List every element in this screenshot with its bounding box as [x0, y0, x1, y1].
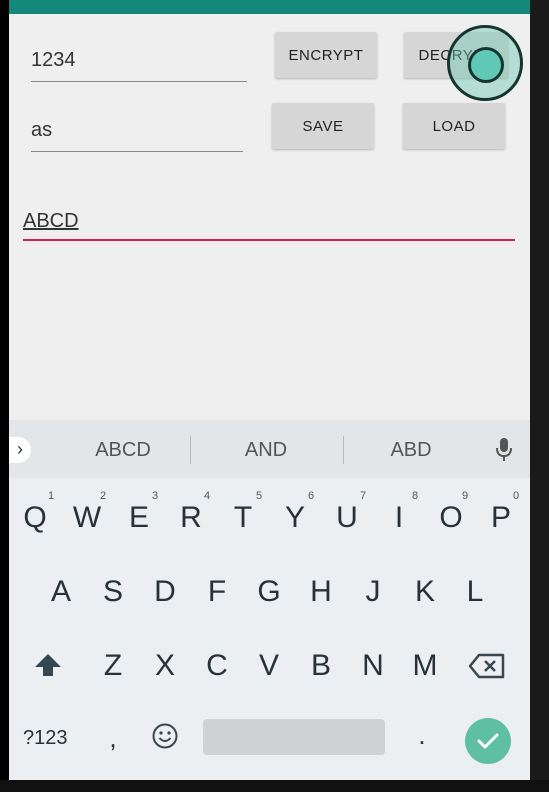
backspace-icon[interactable]: [469, 653, 505, 679]
key-h[interactable]: H: [299, 574, 343, 610]
key-y[interactable]: Y: [273, 500, 317, 536]
space-bar[interactable]: [203, 719, 385, 755]
app-screen: 1234 as ENCRYPT DECRYPT SAVE LOAD ABCD ›…: [9, 0, 530, 780]
key-o[interactable]: O: [429, 500, 473, 536]
key-p[interactable]: P: [479, 500, 523, 536]
key-l[interactable]: L: [453, 574, 497, 610]
key-t[interactable]: T: [221, 500, 265, 536]
key-b[interactable]: B: [299, 648, 343, 684]
key-r[interactable]: R: [169, 500, 213, 536]
message-input-value: ABCD: [23, 210, 79, 232]
touch-indicator-dot: [468, 47, 504, 83]
filename-input[interactable]: as: [31, 110, 243, 152]
comma-key[interactable]: ,: [106, 723, 120, 754]
microphone-icon[interactable]: [496, 438, 512, 462]
key-u[interactable]: U: [325, 500, 369, 536]
key-i[interactable]: I: [377, 500, 421, 536]
key-hint: 5: [255, 490, 263, 502]
enter-key[interactable]: [465, 718, 511, 764]
status-bar: [9, 0, 530, 14]
suggestion-strip: › ABCD AND ABD: [9, 420, 530, 478]
key-v[interactable]: V: [247, 648, 291, 684]
key-s[interactable]: S: [91, 574, 135, 610]
key-n[interactable]: N: [351, 648, 395, 684]
key-hint: 4: [203, 490, 211, 502]
key-q[interactable]: Q: [13, 500, 57, 536]
key-input-value: 1234: [31, 49, 76, 71]
key-hint: 9: [461, 490, 469, 502]
symbols-key[interactable]: ?123: [23, 727, 68, 750]
soft-keyboard: › ABCD AND ABD Q W E R T Y U I O P 1 2 3…: [9, 420, 530, 780]
suggestion-3[interactable]: ABD: [359, 420, 463, 478]
key-hint: 0: [512, 490, 520, 502]
key-k[interactable]: K: [403, 574, 447, 610]
filename-input-underline: [31, 151, 243, 152]
key-hint: 7: [359, 490, 367, 502]
emoji-icon[interactable]: [151, 722, 179, 750]
key-d[interactable]: D: [143, 574, 187, 610]
key-z[interactable]: Z: [91, 648, 135, 684]
key-hint: 1: [47, 490, 55, 502]
suggestion-divider: [343, 436, 344, 464]
key-w[interactable]: W: [65, 500, 109, 536]
key-c[interactable]: C: [195, 648, 239, 684]
key-hint: 6: [307, 490, 315, 502]
key-j[interactable]: J: [351, 574, 395, 610]
suggestion-2[interactable]: AND: [213, 420, 319, 478]
key-m[interactable]: M: [403, 648, 447, 684]
save-button[interactable]: SAVE: [272, 103, 374, 149]
encrypt-button[interactable]: ENCRYPT: [275, 32, 377, 78]
load-button[interactable]: LOAD: [403, 103, 505, 149]
checkmark-icon: [477, 733, 499, 749]
chevron-right-icon[interactable]: ›: [9, 437, 31, 463]
key-input[interactable]: 1234: [31, 40, 247, 82]
suggestion-1[interactable]: ABCD: [69, 420, 177, 478]
key-g[interactable]: G: [247, 574, 291, 610]
key-e[interactable]: E: [117, 500, 161, 536]
filename-input-value: as: [31, 119, 53, 141]
key-hint: 8: [411, 490, 419, 502]
key-input-underline: [31, 81, 247, 82]
key-a[interactable]: A: [39, 574, 83, 610]
period-key[interactable]: .: [415, 720, 429, 751]
key-x[interactable]: X: [143, 648, 187, 684]
key-f[interactable]: F: [195, 574, 239, 610]
key-hint: 3: [151, 490, 159, 502]
message-input-focus-line: [23, 239, 515, 241]
message-input[interactable]: ABCD: [23, 206, 515, 242]
shift-icon[interactable]: [33, 652, 63, 680]
key-hint: 2: [99, 490, 107, 502]
suggestion-divider: [190, 436, 191, 464]
